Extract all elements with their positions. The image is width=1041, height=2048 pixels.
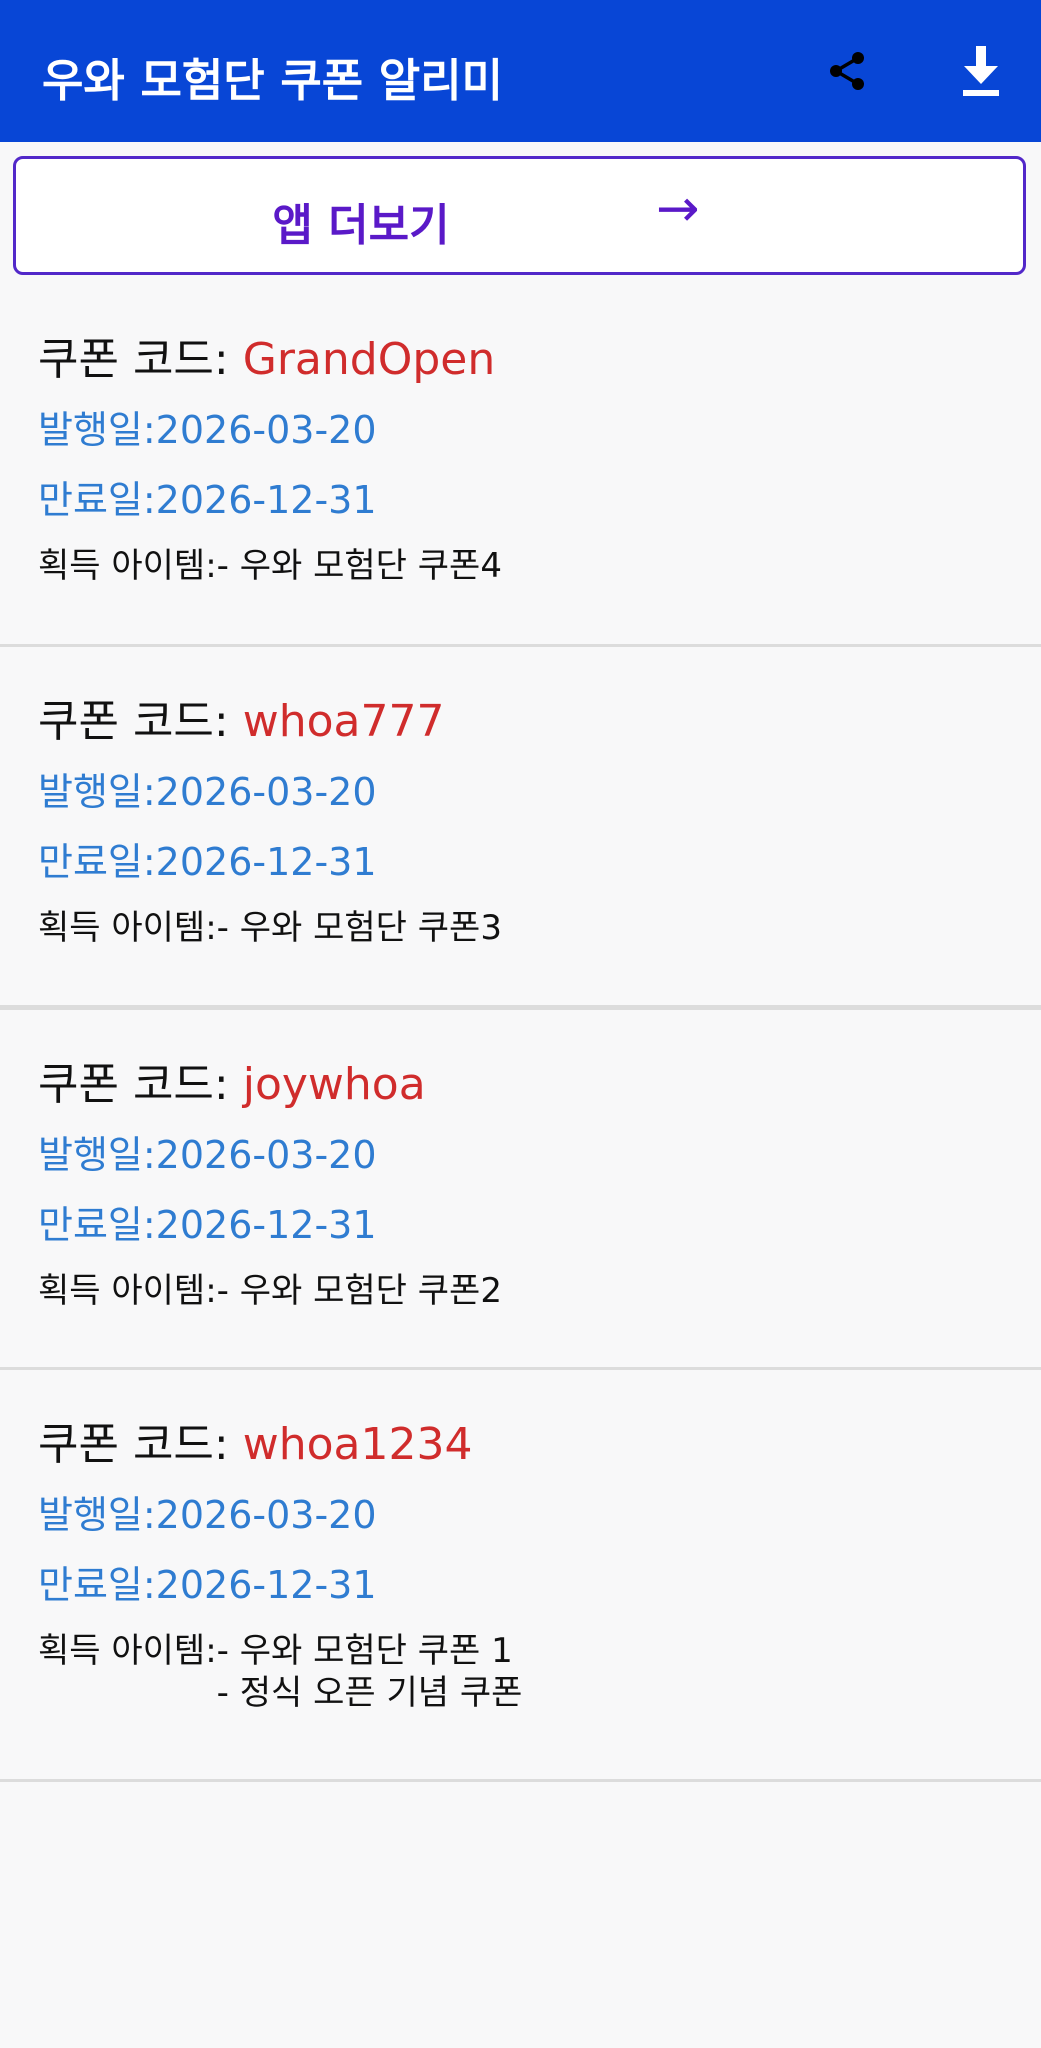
reward-items: 획득 아이템: - 우와 모험단 쿠폰4: [38, 545, 1041, 587]
expiry-date: 만료일:2026-12-31: [38, 1203, 377, 1247]
coupon-code[interactable]: GrandOpen: [243, 334, 495, 385]
issued-date: 발행일:2026-03-20: [38, 770, 377, 814]
reward-items: 획득 아이템: - 우와 모험단 쿠폰3: [38, 907, 1041, 949]
coupon-code-line: 쿠폰 코드: joywhoa: [38, 1058, 1041, 1112]
coupon-code[interactable]: whoa777: [243, 696, 445, 747]
share-button[interactable]: [812, 36, 882, 106]
expiry-date: 만료일:2026-12-31: [38, 478, 377, 522]
issued-date: 발행일:2026-03-20: [38, 408, 377, 452]
coupon-code-label: 쿠폰 코드:: [38, 696, 229, 747]
coupon-code[interactable]: joywhoa: [243, 1059, 426, 1110]
coupon-code[interactable]: whoa1234: [243, 1419, 473, 1470]
issued-date: 발행일:2026-03-20: [38, 1133, 377, 1177]
coupon-list: 쿠폰 코드: GrandOpen 발행일:2026-03-20 만료일:2026…: [0, 285, 1041, 1782]
reward-item: - 우와 모험단 쿠폰2: [216, 1271, 502, 1311]
coupon-code-line: 쿠폰 코드: whoa777: [38, 695, 1041, 749]
reward-items-label: 획득 아이템:: [38, 908, 217, 948]
reward-items: 획득 아이템: - 우와 모험단 쿠폰2: [38, 1270, 1041, 1312]
coupon-item[interactable]: 쿠폰 코드: whoa777 발행일:2026-03-20 만료일:2026-1…: [0, 647, 1041, 1010]
arrow-right-icon: →: [656, 179, 700, 239]
reward-item: - 우와 모험단 쿠폰3: [216, 908, 502, 948]
download-icon: [963, 46, 999, 96]
coupon-item[interactable]: 쿠폰 코드: whoa1234 발행일:2026-03-20 만료일:2026-…: [0, 1370, 1041, 1782]
expiry-date: 만료일:2026-12-31: [38, 840, 377, 884]
expiry-date: 만료일:2026-12-31: [38, 1563, 377, 1607]
coupon-code-line: 쿠폰 코드: GrandOpen: [38, 333, 1041, 387]
download-button[interactable]: [946, 36, 1016, 106]
coupon-item[interactable]: 쿠폰 코드: joywhoa 발행일:2026-03-20 만료일:2026-1…: [0, 1010, 1041, 1370]
coupon-item[interactable]: 쿠폰 코드: GrandOpen 발행일:2026-03-20 만료일:2026…: [0, 285, 1041, 647]
more-apps-button[interactable]: 앱 더보기 →: [13, 156, 1026, 275]
coupon-code-label: 쿠폰 코드:: [38, 1419, 229, 1470]
coupon-code-label: 쿠폰 코드:: [38, 1059, 229, 1110]
coupon-code-line: 쿠폰 코드: whoa1234: [38, 1418, 1041, 1472]
reward-item: - 우와 모험단 쿠폰4: [216, 546, 502, 586]
app-title: 우와 모험단 쿠폰 알리미: [42, 54, 504, 107]
reward-item: - 우와 모험단 쿠폰 1: [216, 1631, 513, 1671]
reward-items-label: 획득 아이템:: [38, 1631, 217, 1671]
app-bar: 우와 모험단 쿠폰 알리미: [0, 0, 1041, 142]
reward-items: 획득 아이템: - 우와 모험단 쿠폰 1 - 정식 오픈 기념 쿠폰: [38, 1630, 1041, 1714]
more-apps-label: 앱 더보기: [272, 200, 450, 251]
reward-items-label: 획득 아이템:: [38, 1271, 217, 1311]
reward-item: - 정식 오픈 기념 쿠폰: [216, 1673, 523, 1713]
coupon-code-label: 쿠폰 코드:: [38, 334, 229, 385]
reward-items-label: 획득 아이템:: [38, 546, 217, 586]
share-icon: [830, 52, 864, 90]
issued-date: 발행일:2026-03-20: [38, 1493, 377, 1537]
